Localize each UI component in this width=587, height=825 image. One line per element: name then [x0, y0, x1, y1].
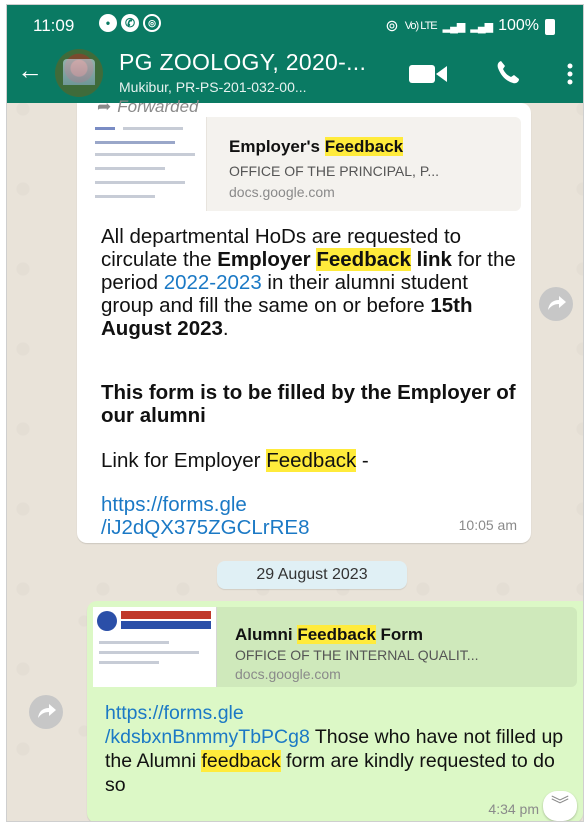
link-preview[interactable]: Employer's Feedback OFFICE OF THE PRINCI…: [89, 117, 521, 211]
notification-icons: • ✆ ◎: [99, 14, 161, 32]
message-text: https://forms.gle/kdsbxnBnmmyTbPCg8 Thos…: [105, 702, 564, 796]
network-label: Vo) LTE: [404, 20, 438, 32]
institution-logo-icon: [97, 611, 117, 631]
year-link[interactable]: 2022-2023: [164, 271, 262, 294]
preview-title: Employer's Feedback: [229, 137, 404, 156]
message-paragraph-1: All departmental HoDs are requested to c…: [101, 225, 516, 340]
chevron-down-icon: ︾: [551, 795, 569, 815]
more-options-icon[interactable]: [567, 63, 573, 85]
signal-icon: ▂▄▆: [442, 20, 466, 33]
message-paragraph-3: Link for Employer Feedback -: [101, 449, 369, 472]
preview-description: OFFICE OF THE INTERNAL QUALIT...: [235, 647, 479, 663]
group-members[interactable]: Mukibur, PR-PS-201-032-00...: [119, 79, 307, 95]
back-arrow-icon[interactable]: ←: [17, 57, 43, 83]
instagram-notification-icon: ◎: [143, 14, 161, 32]
whatsapp-notification-icon: ✆: [121, 14, 139, 32]
outgoing-message[interactable]: Alumni Feedback Form OFFICE OF THE INTER…: [87, 601, 583, 821]
preview-domain: docs.google.com: [235, 666, 341, 682]
forward-arrow-icon: ➦: [97, 97, 112, 116]
incoming-message[interactable]: ➦ Forwarded Employer's Feedback OFFICE OF…: [77, 97, 531, 543]
forwarded-label: ➦ Forwarded: [97, 97, 199, 116]
voice-call-icon[interactable]: [495, 59, 521, 85]
message-time: 4:34 pm: [488, 801, 539, 817]
status-right: ⊚ Vo) LTE ▂▄▆ ▂▄▆ 100%: [385, 16, 555, 36]
notification-dot-icon: •: [99, 14, 117, 32]
hotspot-icon: ⊚: [385, 18, 399, 35]
preview-thumbnail: [93, 607, 217, 687]
group-avatar[interactable]: [55, 49, 103, 97]
video-call-icon[interactable]: [409, 63, 447, 85]
preview-domain: docs.google.com: [229, 184, 335, 200]
preview-thumbnail: [89, 117, 207, 211]
message-paragraph-2: This form is to be filled by the Employe…: [101, 381, 516, 427]
share-arrow-icon: [548, 296, 566, 310]
forward-share-button[interactable]: [29, 695, 63, 729]
signal-icon-2: ▂▄▆: [470, 20, 493, 33]
chat-screen: 11:09 • ✆ ◎ ⊚ Vo) LTE ▂▄▆ ▂▄▆ 100% ← PG …: [6, 4, 584, 822]
preview-title: Alumni Feedback Form: [235, 625, 424, 644]
status-time: 11:09: [33, 16, 75, 35]
alumni-feedback-link[interactable]: https://forms.gle/kdsbxnBnmmyTbPCg8: [105, 702, 310, 748]
status-bar: 11:09 • ✆ ◎ ⊚ Vo) LTE ▂▄▆ ▂▄▆ 100%: [7, 5, 583, 43]
chat-header: ← PG ZOOLOGY, 2020-... Mukibur, PR-PS-20…: [7, 43, 583, 103]
group-title[interactable]: PG ZOOLOGY, 2020-...: [119, 49, 366, 76]
battery-icon: [545, 19, 555, 35]
scroll-down-button[interactable]: ︾: [543, 791, 577, 821]
preview-description: OFFICE OF THE PRINCIPAL, P...: [229, 163, 440, 179]
share-arrow-icon: [38, 704, 56, 718]
forward-share-button[interactable]: [539, 287, 573, 321]
date-divider: 29 August 2023: [217, 561, 407, 589]
message-time: 10:05 am: [458, 517, 517, 533]
link-preview[interactable]: Alumni Feedback Form OFFICE OF THE INTER…: [93, 607, 577, 687]
battery-percent: 100%: [498, 17, 539, 34]
